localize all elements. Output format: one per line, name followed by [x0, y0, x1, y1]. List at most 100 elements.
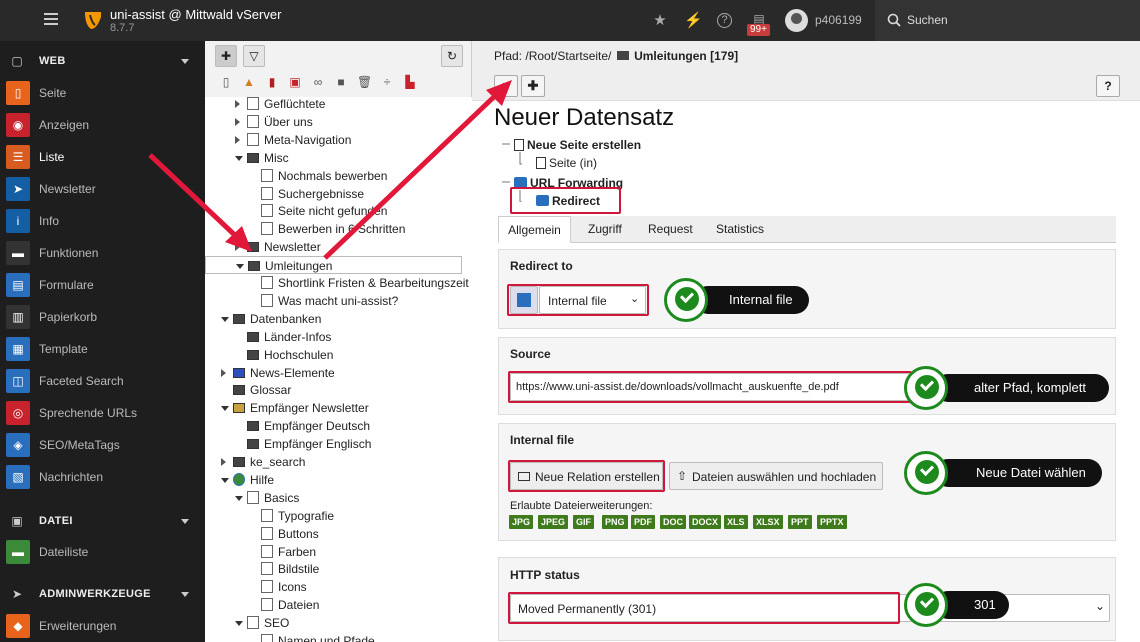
sidebar-item-formulare[interactable]: ▤ Formulare — [0, 269, 205, 301]
refresh-icon[interactable]: ↻ — [441, 45, 463, 67]
sidebar-item-funktionen[interactable]: ▬ Funktionen — [0, 237, 205, 269]
caret-down-icon[interactable] — [221, 316, 229, 322]
bookmark-star-icon[interactable]: ★ — [651, 12, 669, 30]
sidebar-item-anzeigen[interactable]: ◉ Anzeigen — [0, 109, 205, 141]
page-type-recycler-icon[interactable]: 🗑 — [357, 74, 372, 90]
caret-right-icon[interactable] — [235, 117, 240, 126]
tree-item-label: Geflüchtete — [264, 97, 326, 111]
page-type-backend-user-icon[interactable]: ▲ — [242, 74, 256, 90]
tree-item[interactable]: Nochmals bewerben — [205, 167, 472, 185]
tree-item[interactable]: Suchergebnisse — [205, 185, 472, 203]
tree-item[interactable]: Empfänger Deutsch — [205, 417, 472, 435]
caret-down-icon[interactable] — [221, 477, 229, 483]
tree-item[interactable]: Geflüchtete — [205, 97, 472, 113]
upload-files-button[interactable]: ⇧ Dateien auswählen und hochladen — [669, 462, 883, 490]
page-type-spacer-icon[interactable]: ÷ — [380, 74, 394, 90]
http-status-panel: HTTP status Moved Permanently (301) ⌄ — [498, 557, 1116, 641]
chevron-down-icon: ⌄ — [1095, 599, 1106, 613]
page-type-shortcut-icon[interactable]: ▮ — [265, 74, 279, 90]
search-toggle[interactable]: Suchen — [875, 0, 1140, 41]
tree-item[interactable]: Länder-Infos — [205, 328, 472, 346]
caret-right-icon[interactable] — [235, 100, 240, 108]
tree-item[interactable]: Basics — [205, 489, 472, 507]
page-type-external-icon[interactable]: ▣ — [288, 74, 302, 90]
new-record-button[interactable]: ✚ — [521, 75, 545, 97]
tree-item[interactable]: Hochschulen — [205, 346, 472, 364]
module-icon: ▯ — [6, 81, 30, 105]
back-button[interactable]: ↵ — [494, 75, 518, 97]
caret-right-icon[interactable] — [221, 368, 226, 377]
new-page-link[interactable]: Neue Seite erstellen — [514, 138, 641, 152]
caret-down-icon[interactable] — [235, 155, 243, 161]
caret-right-icon[interactable] — [221, 458, 226, 466]
tree-item[interactable]: Glossar — [205, 381, 472, 399]
tab-allgemein[interactable]: Allgemein — [498, 216, 571, 243]
page-type-folder-icon[interactable]: ■ — [334, 74, 348, 90]
tree-item[interactable]: SEO — [205, 614, 472, 632]
help-button[interactable]: ? — [1096, 75, 1120, 97]
filter-icon[interactable]: ▽ — [243, 45, 265, 67]
tree-item[interactable]: Hilfe — [205, 471, 472, 489]
caret-down-icon[interactable] — [236, 264, 244, 270]
sidebar-group-web[interactable]: ▢ WEB — [0, 47, 205, 75]
tree-item[interactable]: Dateien — [205, 596, 472, 614]
sidebar-item-info[interactable]: i Info — [0, 205, 205, 237]
caret-down-icon[interactable] — [235, 621, 243, 627]
tree-item[interactable]: Icons — [205, 578, 472, 596]
caret-down-icon[interactable] — [235, 495, 243, 501]
caret-right-icon[interactable] — [235, 135, 240, 144]
page-type-standard-icon[interactable]: ▯ — [219, 74, 233, 90]
tree-item[interactable]: Buttons — [205, 525, 472, 543]
tree-item-label: Hochschulen — [264, 347, 334, 362]
sidebar-item-seo-metatags[interactable]: ◈ SEO/MetaTags — [0, 429, 205, 461]
sidebar-group-adminwerkzeuge[interactable]: ➤ ADMINWERKZEUGE — [0, 580, 205, 608]
sidebar-item-papierkorb[interactable]: ▥ Papierkorb — [0, 301, 205, 333]
caret-down-icon[interactable] — [221, 406, 229, 412]
sidebar-item-nachrichten[interactable]: ▧ Nachrichten — [0, 461, 205, 493]
tab-request[interactable]: Request — [648, 216, 693, 243]
tree-item[interactable]: Namen und Pfade — [205, 632, 472, 642]
tree-item[interactable]: Bildstile — [205, 560, 472, 578]
page-type-mountpoint-icon[interactable]: ▙ — [403, 74, 417, 90]
tree-item[interactable]: Bewerben in 6 Schritten — [205, 220, 472, 238]
user-menu[interactable]: p406199 — [785, 0, 875, 41]
tree-item[interactable]: Seite nicht gefunden — [205, 202, 472, 220]
highlight-source — [508, 371, 912, 403]
tree-item[interactable]: News-Elemente — [205, 364, 472, 382]
extension-badge: PPTX — [817, 515, 847, 529]
tree-item[interactable]: Empfänger Newsletter — [205, 399, 472, 417]
sidebar-item-template[interactable]: ▦ Template — [0, 333, 205, 365]
sidebar-item-seite[interactable]: ▯ Seite — [0, 77, 205, 109]
menu-toggle-icon[interactable] — [44, 13, 58, 25]
tree-item[interactable]: Was macht uni-assist? — [205, 292, 472, 310]
sidebar-item-dateiliste[interactable]: ▬ Dateiliste — [0, 536, 205, 568]
sidebar-item-sprechende-urls[interactable]: ◎ Sprechende URLs — [0, 397, 205, 429]
tree-item[interactable]: ke_search — [205, 453, 472, 471]
tree-item-label: Icons — [278, 580, 307, 595]
tree-item[interactable]: Empfänger Englisch — [205, 435, 472, 453]
tree-item[interactable]: Umleitungen — [205, 256, 462, 275]
tree-item[interactable]: Typografie — [205, 507, 472, 525]
sidebar-item-erweiterungen[interactable]: ◆ Erweiterungen — [0, 610, 205, 642]
tree-item[interactable]: Shortlink Fristen & Bearbeitungszeit — [205, 274, 472, 292]
tree-item[interactable]: Misc — [205, 149, 472, 167]
tree-item[interactable]: Farben — [205, 543, 472, 561]
sidebar-item-newsletter[interactable]: ➤ Newsletter — [0, 173, 205, 205]
tree-item[interactable]: Über uns — [205, 113, 472, 131]
sidebar-item-faceted-search[interactable]: ◫ Faceted Search — [0, 365, 205, 397]
highlight-http-status — [508, 592, 900, 624]
flash-icon[interactable]: ⚡ — [684, 12, 703, 30]
new-page-toggle-button[interactable]: ✚ — [215, 45, 237, 67]
caret-right-icon[interactable] — [235, 243, 240, 252]
sidebar-item-liste[interactable]: ☰ Liste — [0, 141, 205, 173]
tab-zugriff[interactable]: Zugriff — [588, 216, 622, 243]
tree-item[interactable]: Newsletter — [205, 238, 472, 256]
tab-statistics[interactable]: Statistics — [716, 216, 764, 243]
page-type-link-icon[interactable]: ∞ — [311, 74, 325, 90]
sidebar-group-datei[interactable]: ▣ DATEI — [0, 507, 205, 535]
help-icon[interactable]: ? — [717, 13, 732, 28]
page-icon — [261, 544, 273, 558]
page-in-link[interactable]: Seite (in) — [536, 156, 597, 170]
tree-item[interactable]: Meta-Navigation — [205, 131, 472, 149]
tree-item[interactable]: Datenbanken — [205, 310, 472, 328]
